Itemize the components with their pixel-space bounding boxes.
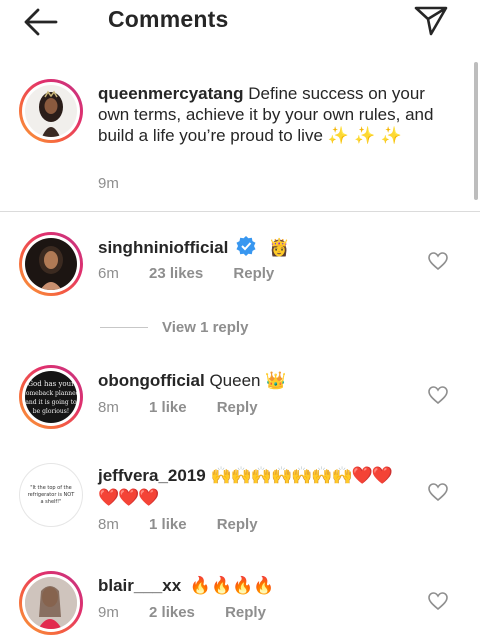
svg-text:be glorious!: be glorious! [33, 408, 69, 415]
comment-time: 8m [98, 399, 119, 416]
svg-text:"It the top of the: "It the top of the [30, 485, 72, 491]
likes-count[interactable]: 23 likes [149, 265, 203, 282]
reply-button[interactable]: Reply [233, 265, 274, 282]
comment-text: jeffvera_2019 🙌🙌🙌🙌🙌🙌🙌❤️❤️❤️❤️❤️ [98, 465, 398, 509]
sparkles-emoji: ✨ ✨ ✨ [327, 126, 402, 146]
likes-count[interactable]: 2 likes [149, 604, 195, 621]
reply-button[interactable]: Reply [217, 399, 258, 416]
reply-button[interactable]: Reply [217, 516, 258, 533]
avatar[interactable] [19, 79, 83, 143]
caption-meta: 9m [98, 175, 145, 192]
princess-emoji: 👸 [268, 238, 290, 258]
comment-text: singhniniofficial 👸 [98, 236, 418, 259]
like-heart-icon[interactable] [428, 386, 448, 404]
view-replies-line [100, 327, 148, 328]
scrollbar[interactable] [474, 62, 478, 200]
comment-username[interactable]: singhniniofficial [98, 238, 228, 257]
back-arrow-icon[interactable] [20, 6, 60, 38]
svg-text:comeback planned: comeback planned [25, 390, 77, 397]
comment-meta: 8m 1 like Reply [98, 516, 284, 533]
reply-button[interactable]: Reply [225, 604, 266, 621]
comment-text: blair___xx 🔥🔥🔥🔥 [98, 575, 418, 597]
comment-body: Queen [209, 371, 261, 390]
likes-count[interactable]: 1 like [149, 399, 187, 416]
verified-badge-icon [236, 236, 256, 256]
svg-text:refrigerator is NOT: refrigerator is NOT [28, 492, 76, 498]
avatar[interactable] [19, 571, 83, 635]
comment-username[interactable]: blair___xx [98, 576, 181, 595]
like-heart-icon[interactable] [428, 483, 448, 501]
like-heart-icon[interactable] [428, 592, 448, 610]
avatar[interactable]: God has your comeback planned and it is … [19, 365, 83, 429]
comment-username[interactable]: jeffvera_2019 [98, 466, 206, 485]
share-icon[interactable] [412, 3, 450, 37]
likes-count[interactable]: 1 like [149, 516, 187, 533]
caption-username[interactable]: queenmercyatang [98, 84, 244, 103]
caption-time: 9m [98, 175, 119, 192]
avatar[interactable] [19, 232, 83, 296]
fire-emoji: 🔥🔥🔥🔥 [189, 576, 275, 596]
crown-emoji: 👑 [265, 371, 287, 391]
comment-username[interactable]: obongofficial [98, 371, 205, 390]
svg-text:God has your: God has your [27, 380, 75, 388]
caption-text: queenmercyatang Define success on your o… [98, 83, 443, 147]
svg-text:a shelf!": a shelf!" [41, 499, 62, 505]
comment-time: 6m [98, 265, 119, 282]
comment-text: obongofficial Queen 👑 [98, 370, 418, 392]
comment-time: 8m [98, 516, 119, 533]
comment-meta: 8m 1 like Reply [98, 399, 284, 416]
divider [0, 211, 480, 212]
view-replies-button[interactable]: View 1 reply [162, 319, 248, 336]
page-title: Comments [108, 6, 229, 32]
top-bar: Comments [0, 0, 480, 44]
svg-text:and it is going to: and it is going to [25, 399, 77, 406]
avatar[interactable]: "It the top of the refrigerator is NOT a… [19, 463, 83, 527]
like-heart-icon[interactable] [428, 252, 448, 270]
comment-meta: 6m 23 likes Reply [98, 265, 300, 282]
comment-meta: 9m 2 likes Reply [98, 604, 292, 621]
comment-time: 9m [98, 604, 119, 621]
